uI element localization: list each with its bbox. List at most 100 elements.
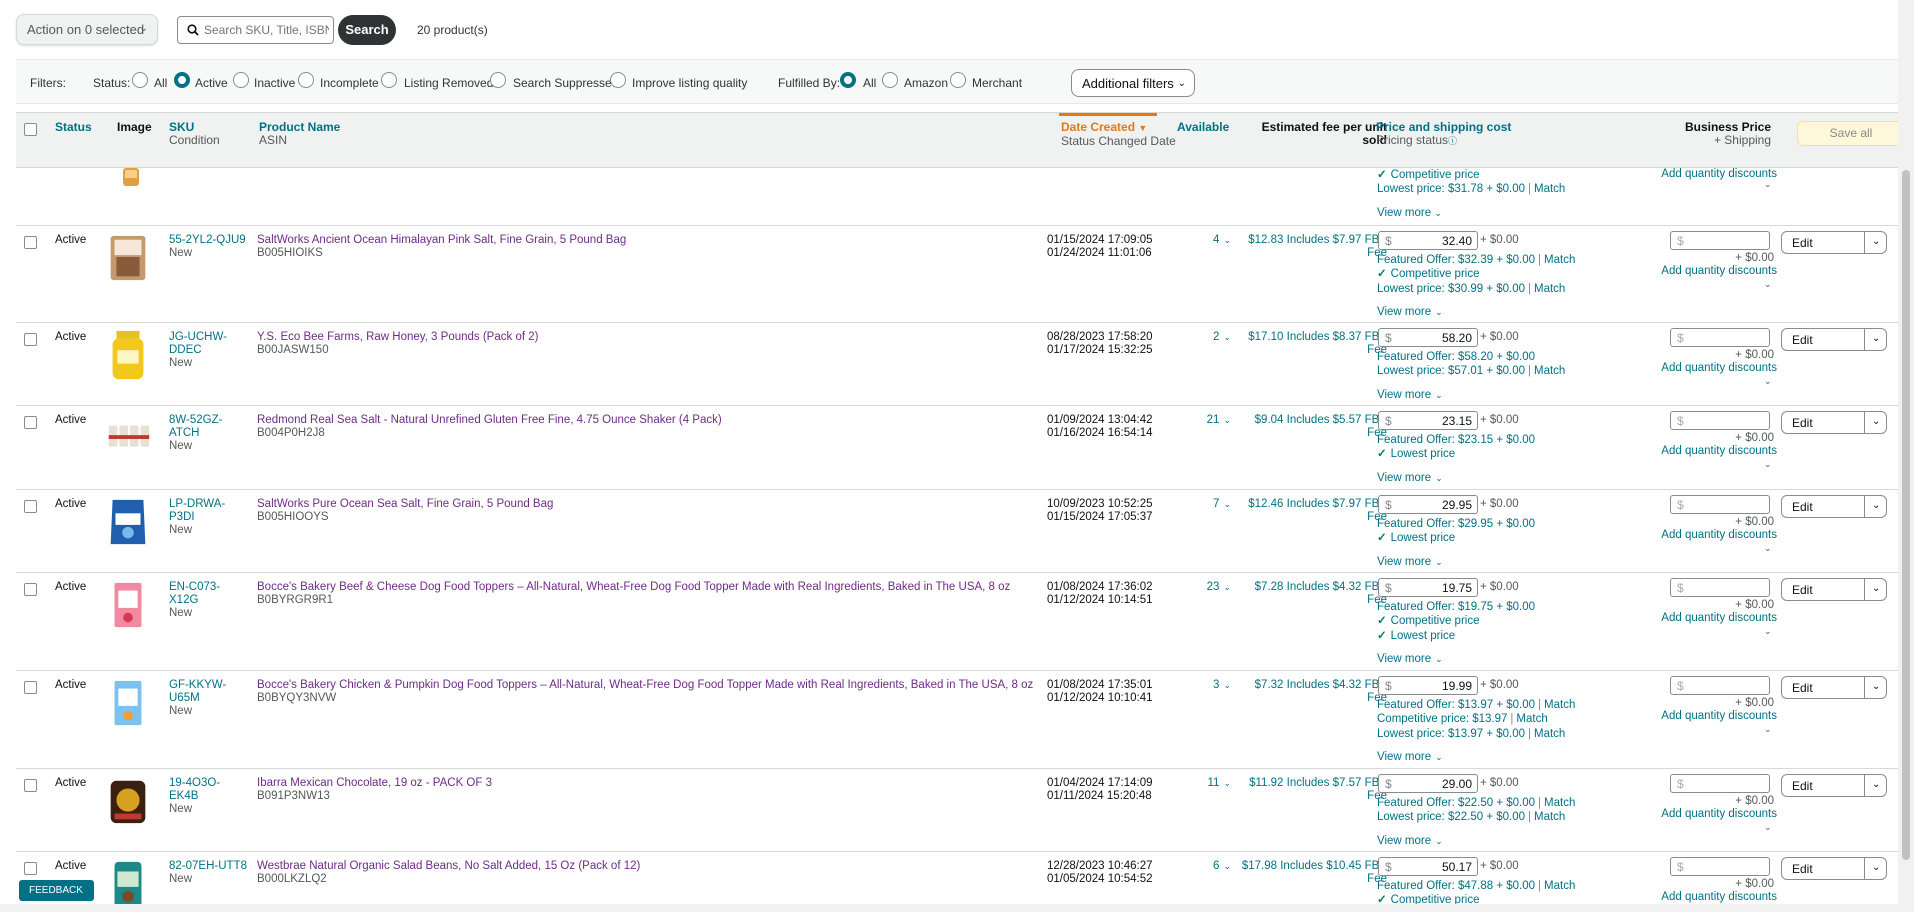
chevron-down-icon[interactable]: ⌄ [1764, 375, 1772, 388]
search-field[interactable] [177, 16, 334, 44]
sku-link[interactable]: GF-KKYW- [169, 679, 226, 691]
add-quantity-discounts-link[interactable]: Add quantity discounts [1627, 612, 1777, 625]
add-quantity-discounts-link[interactable]: Add quantity discounts [1627, 362, 1777, 375]
product-thumbnail[interactable] [104, 579, 152, 631]
status-option-incomplete[interactable]: Incomplete [320, 76, 379, 90]
status-option-all[interactable]: All [154, 76, 167, 90]
sku-link[interactable]: LP-DRWA-P3DI [169, 498, 225, 523]
status-option-inactive[interactable]: Inactive [254, 76, 295, 90]
status-radio-all[interactable] [132, 72, 148, 88]
view-more-link[interactable]: View more ⌄ [1377, 472, 1443, 484]
available-dropdown[interactable]: 2 ⌄ [1191, 331, 1231, 344]
horizontal-scrollbar[interactable] [0, 904, 1898, 912]
view-more-link[interactable]: View more ⌄ [1377, 835, 1443, 847]
product-name-link[interactable]: Ibarra Mexican Chocolate, 19 oz - PACK O… [257, 777, 492, 789]
match-link[interactable]: Match [1534, 811, 1565, 823]
status-radio-improve-quality[interactable] [610, 72, 626, 88]
view-more-link[interactable]: View more ⌄ [1377, 653, 1443, 665]
match-link[interactable]: Match [1544, 797, 1575, 809]
business-price-input[interactable]: $ [1670, 676, 1770, 695]
estimated-fee-link[interactable]: $9.04 Includes $5.57 FBA Fee [1236, 414, 1387, 440]
edit-button[interactable]: Edit ⌄ [1781, 231, 1887, 254]
price-input[interactable]: $19.75 [1378, 578, 1478, 597]
fulfilled-radio-merchant[interactable] [950, 72, 966, 88]
match-link[interactable]: Match [1544, 254, 1575, 266]
status-option-search-suppressed[interactable]: Search Suppressed [513, 76, 618, 90]
col-sku[interactable]: SKU Condition [169, 121, 220, 147]
product-name-link[interactable]: Y.S. Eco Bee Farms, Raw Honey, 3 Pounds … [257, 331, 538, 343]
product-thumbnail[interactable] [104, 677, 152, 729]
chevron-down-icon[interactable]: ⌄ [1872, 681, 1880, 692]
chevron-down-icon[interactable]: ⌄ [1872, 779, 1880, 790]
add-quantity-discounts-link[interactable]: Add quantity discounts [1627, 529, 1777, 542]
product-name-link[interactable]: Bocce's Bakery Chicken & Pumpkin Dog Foo… [257, 679, 1033, 691]
save-all-button[interactable]: Save all [1797, 121, 1905, 146]
fulfilled-radio-amazon[interactable] [882, 72, 898, 88]
row-checkbox[interactable] [24, 500, 37, 513]
col-available[interactable]: Available [1177, 121, 1229, 134]
edit-button[interactable]: Edit ⌄ [1781, 411, 1887, 434]
sku-link[interactable]: 55-2YL2-QJU9 [169, 234, 246, 246]
edit-button[interactable]: Edit ⌄ [1781, 857, 1887, 880]
price-input[interactable]: $23.15 [1378, 411, 1478, 430]
status-radio-incomplete[interactable] [298, 72, 314, 88]
product-thumbnail[interactable] [104, 412, 152, 464]
available-dropdown[interactable]: 7 ⌄ [1191, 498, 1231, 511]
row-checkbox[interactable] [24, 583, 37, 596]
chevron-down-icon[interactable]: ⌄ [1764, 723, 1772, 736]
add-quantity-discounts-link[interactable]: Add quantity discounts [1627, 168, 1777, 181]
estimated-fee-link[interactable]: $7.28 Includes $4.32 FBA Fee [1236, 581, 1387, 607]
match-link[interactable]: Match [1516, 713, 1547, 725]
available-dropdown[interactable]: 3 ⌄ [1191, 679, 1231, 692]
available-dropdown[interactable]: 6 ⌄ [1191, 860, 1231, 873]
edit-button[interactable]: Edit ⌄ [1781, 495, 1887, 518]
price-input[interactable]: $58.20 [1378, 328, 1478, 347]
chevron-down-icon[interactable]: ⌄ [1872, 583, 1880, 594]
fulfilled-radio-all[interactable] [840, 72, 856, 88]
edit-button[interactable]: Edit ⌄ [1781, 676, 1887, 699]
chevron-down-icon[interactable]: ⌄ [1764, 821, 1772, 834]
match-link[interactable]: Match [1544, 699, 1575, 711]
business-price-input[interactable]: $ [1670, 231, 1770, 250]
row-checkbox[interactable] [24, 681, 37, 694]
sku-link[interactable]: 8W-52GZ-ATCH [169, 414, 222, 439]
business-price-input[interactable]: $ [1670, 774, 1770, 793]
sku-link[interactable]: 82-07EH-UTT8 [169, 860, 247, 872]
chevron-down-icon[interactable]: ⌄ [1764, 542, 1772, 555]
status-radio-search-suppressed[interactable] [490, 72, 506, 88]
view-more-link[interactable]: View more ⌄ [1377, 207, 1442, 220]
status-option-active[interactable]: Active [195, 76, 228, 90]
chevron-down-icon[interactable]: ⌄ [1872, 416, 1880, 427]
add-quantity-discounts-link[interactable]: Add quantity discounts [1627, 710, 1777, 723]
available-dropdown[interactable]: 4 ⌄ [1191, 234, 1231, 247]
estimated-fee-link[interactable]: $12.83 Includes $7.97 FBA Fee [1236, 234, 1387, 260]
view-more-link[interactable]: View more ⌄ [1377, 751, 1443, 763]
estimated-fee-link[interactable]: $17.98 Includes $10.45 FBA Fee [1236, 860, 1387, 886]
match-link[interactable]: Match [1534, 365, 1565, 377]
chevron-down-icon[interactable]: ⌄ [1764, 178, 1772, 191]
business-price-input[interactable]: $ [1670, 411, 1770, 430]
col-date-created[interactable]: Date Created ▼ Status Changed Date [1061, 121, 1176, 148]
chevron-down-icon[interactable]: ⌄ [1764, 278, 1772, 291]
status-option-improve-quality[interactable]: Improve listing quality [632, 76, 747, 90]
row-checkbox[interactable] [24, 236, 37, 249]
estimated-fee-link[interactable]: $11.92 Includes $7.57 FBA Fee [1236, 777, 1387, 803]
chevron-down-icon[interactable]: ⌄ [1872, 333, 1880, 344]
product-thumbnail[interactable] [104, 858, 152, 910]
view-more-link[interactable]: View more ⌄ [1377, 389, 1443, 401]
sku-link[interactable]: DDEC [169, 344, 202, 356]
product-thumbnail[interactable] [104, 496, 152, 548]
match-link[interactable]: Match [1534, 183, 1565, 195]
estimated-fee-link[interactable]: $12.46 Includes $7.97 FBA Fee [1236, 498, 1387, 524]
business-price-input[interactable]: $ [1670, 495, 1770, 514]
add-quantity-discounts-link[interactable]: Add quantity discounts [1627, 808, 1777, 821]
edit-button[interactable]: Edit ⌄ [1781, 578, 1887, 601]
edit-button[interactable]: Edit ⌄ [1781, 328, 1887, 351]
chevron-down-icon[interactable]: ⌄ [1872, 500, 1880, 511]
estimated-fee-link[interactable]: $7.32 Includes $4.32 FBA Fee [1236, 679, 1387, 705]
business-price-input[interactable]: $ [1670, 857, 1770, 876]
sku-link[interactable]: EN-C073-X12G [169, 581, 220, 606]
add-quantity-discounts-link[interactable]: Add quantity discounts [1627, 265, 1777, 278]
sku-link[interactable]: U65M [169, 692, 200, 704]
business-price-input[interactable]: $ [1670, 578, 1770, 597]
